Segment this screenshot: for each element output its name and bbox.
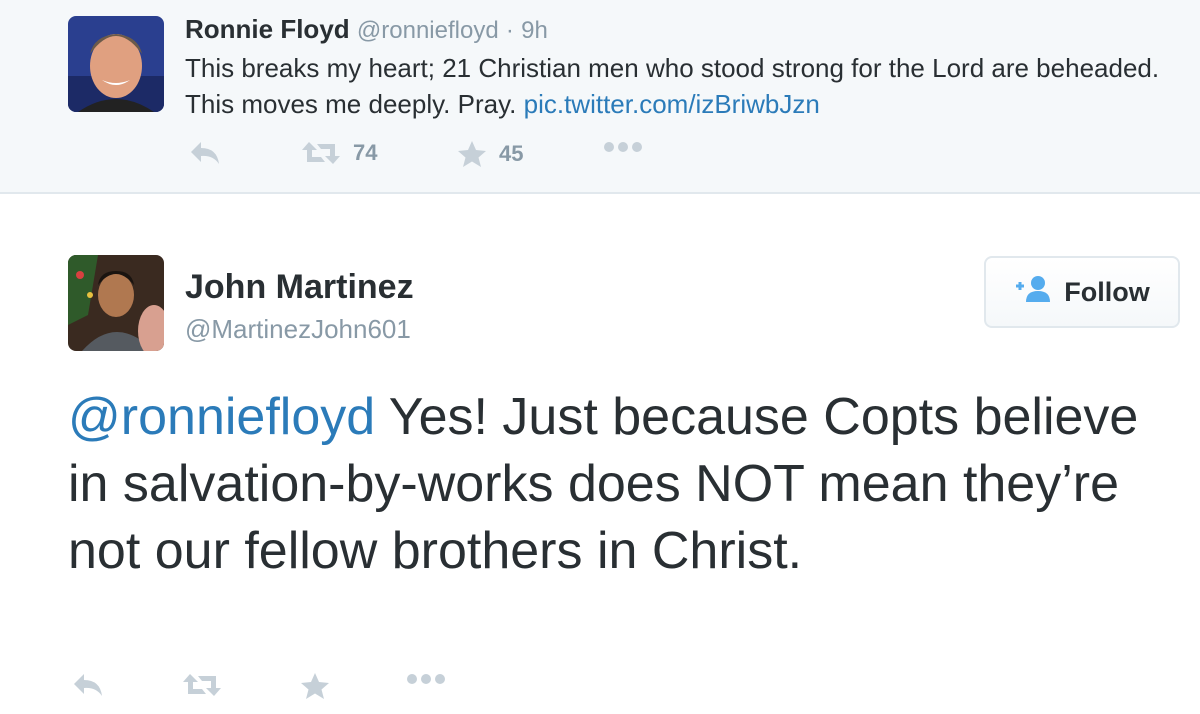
author-name[interactable]: Ronnie Floyd [185, 14, 350, 44]
reply-icon [72, 672, 104, 698]
tweet-text: This breaks my heart; 21 Christian men w… [185, 50, 1165, 122]
favorite-star-icon [457, 140, 487, 168]
author-name[interactable]: John Martinez [185, 268, 414, 307]
favorite-star-icon [300, 672, 330, 700]
add-user-icon [1014, 275, 1064, 310]
favorite-button[interactable] [300, 672, 330, 700]
retweet-icon [301, 140, 341, 166]
favorite-button[interactable]: 45 [457, 140, 523, 168]
retweet-icon [182, 672, 222, 698]
tweet-text: @ronniefloyd Yes! Just because Copts bel… [68, 384, 1148, 585]
author-handle[interactable]: @ronniefloyd [357, 17, 499, 44]
parent-tweet[interactable]: Ronnie Floyd @ronniefloyd · 9h This brea… [0, 0, 1200, 194]
mention-link[interactable]: @ronniefloyd [68, 388, 375, 446]
avatar-john-martinez[interactable] [68, 255, 164, 351]
avatar-ronnie-floyd[interactable] [68, 16, 164, 112]
more-button[interactable] [406, 672, 446, 686]
reply-icon [189, 140, 221, 166]
reply-button[interactable] [189, 140, 221, 166]
separator: · [505, 17, 514, 44]
more-button[interactable] [603, 140, 643, 154]
media-link[interactable]: pic.twitter.com/izBriwbJzn [524, 89, 820, 119]
favorite-count: 45 [499, 141, 524, 166]
follow-label: Follow [1064, 276, 1150, 307]
more-dots-icon [406, 672, 446, 686]
timestamp[interactable]: 9h [521, 17, 548, 44]
retweet-count: 74 [353, 140, 378, 165]
tweet-header: Ronnie Floyd @ronniefloyd · 9h [185, 14, 548, 45]
author-handle[interactable]: @MartinezJohn601 [185, 314, 411, 345]
tweet-actions: 74 45 [185, 140, 705, 174]
tweet-actions [68, 672, 488, 706]
retweet-button[interactable] [182, 672, 222, 698]
follow-button[interactable]: Follow [984, 256, 1180, 328]
more-dots-icon [603, 140, 643, 154]
reply-button[interactable] [72, 672, 104, 698]
retweet-button[interactable]: 74 [301, 140, 377, 166]
